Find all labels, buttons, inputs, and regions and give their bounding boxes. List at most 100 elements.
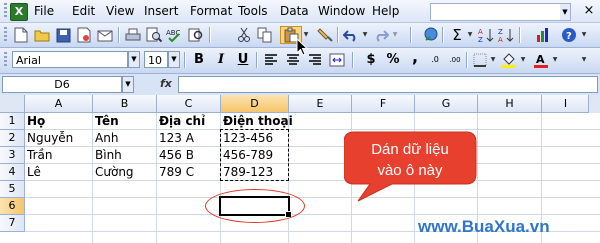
column-header-h[interactable]: H [478,95,542,113]
undo-icon[interactable] [342,26,360,44]
cell-b2[interactable]: Anh [93,130,157,147]
cut-icon[interactable] [235,26,253,44]
select-all-corner[interactable] [0,95,25,113]
cell-a4[interactable]: Lê [25,164,93,181]
save-icon[interactable] [54,26,72,44]
toolbar-options-dropdown[interactable]: ▼ [580,27,588,43]
column-header-b[interactable]: B [93,95,157,113]
row-header-2[interactable]: 2 [0,130,25,147]
excel-window: X File Edit View Insert Format Tools Dat… [0,0,600,243]
column-header-e[interactable]: E [289,95,352,113]
decrease-decimal-button[interactable]: .00 [446,51,464,69]
column-header-d[interactable]: D [221,95,289,113]
permission-icon[interactable] [75,26,93,44]
chart-wizard-icon[interactable] [534,26,552,44]
toolbar-options-dropdown[interactable]: ▼ [580,52,588,68]
borders-dropdown[interactable]: ▼ [489,52,497,68]
sort-descending-icon[interactable]: ZA [497,26,515,44]
undo-dropdown[interactable]: ▼ [361,27,369,43]
menu-grip[interactable] [4,3,7,19]
align-left-icon[interactable] [262,51,280,69]
cell-b1[interactable]: Tên [93,113,157,130]
row-header-7[interactable]: 7 [0,215,25,232]
close-window-icon[interactable]: × [582,4,596,18]
borders-icon[interactable] [471,51,489,69]
merge-center-icon[interactable] [328,51,346,69]
redo-dropdown[interactable]: ▼ [391,27,399,43]
toolbar-grip[interactable] [4,27,7,43]
column-header-i[interactable]: I [542,95,590,113]
copy-icon[interactable] [256,26,274,44]
fill-color-icon[interactable] [500,51,518,69]
row-header-1[interactable]: 1 [0,113,25,130]
align-right-icon[interactable] [306,51,324,69]
menu-bar: X File Edit View Insert Format Tools Dat… [0,0,600,23]
menu-edit[interactable]: Edit [72,4,95,18]
help-search-box[interactable] [430,3,562,21]
cell-c1[interactable]: Địa chỉ [157,113,221,130]
currency-button[interactable]: $ [362,51,380,69]
excel-app-icon[interactable]: X [10,3,28,21]
toolbar-grip[interactable] [4,52,7,68]
cell-b3[interactable]: Bình [93,147,157,164]
row-header-6[interactable]: 6 [0,198,25,215]
italic-button[interactable]: I [212,51,230,69]
menu-view[interactable]: View [106,4,134,18]
formula-input[interactable] [178,76,598,93]
row-header-4[interactable]: 4 [0,164,25,181]
help-icon[interactable]: ? [560,26,578,44]
autosum-dropdown[interactable]: ▼ [466,27,474,43]
row-header-5[interactable]: 5 [0,181,25,198]
cell-c3[interactable]: 456 B [157,147,221,164]
insert-function-icon[interactable]: fx [160,77,172,90]
sort-ascending-icon[interactable]: AZ [477,26,495,44]
underline-button[interactable]: U [234,51,252,69]
column-header-f[interactable]: F [352,95,415,113]
menu-format[interactable]: Format [190,4,232,18]
percent-button[interactable]: % [384,51,402,69]
help-search-dropdown[interactable]: ▼ [560,3,571,21]
new-icon[interactable] [12,26,30,44]
font-color-icon[interactable]: A [532,51,550,69]
menu-window[interactable]: Window [318,4,365,18]
font-size-box[interactable]: 10 [144,51,168,68]
fill-color-dropdown[interactable]: ▼ [519,52,527,68]
hyperlink-icon[interactable] [422,26,440,44]
cell-a2[interactable]: Nguyễn [25,130,93,147]
menu-file[interactable]: File [34,4,54,18]
comma-style-button[interactable]: , [406,49,424,69]
increase-decimal-button[interactable]: .0 [426,51,444,69]
menu-insert[interactable]: Insert [144,4,178,18]
svg-text:A: A [536,53,545,66]
column-header-a[interactable]: A [25,95,93,113]
bold-button[interactable]: B [190,51,208,69]
print-icon[interactable] [124,26,142,44]
open-icon[interactable] [33,26,51,44]
spelling-icon[interactable]: ABC [166,26,184,44]
menu-tools[interactable]: Tools [238,4,268,18]
menu-help[interactable]: Help [372,4,399,18]
cell-c4[interactable]: 789 C [157,164,221,181]
cell-d1[interactable]: Điện thoại [221,113,301,130]
font-name-box[interactable]: Arial [12,51,128,68]
name-box-dropdown[interactable]: ▼ [122,76,134,93]
email-icon[interactable] [96,26,114,44]
name-box[interactable]: D6 [2,76,122,93]
cell-a3[interactable]: Trần [25,147,93,164]
cell-b4[interactable]: Cường [93,164,157,181]
column-header-c[interactable]: C [157,95,221,113]
autosum-icon[interactable]: Σ [448,26,466,44]
font-color-dropdown[interactable]: ▼ [551,52,559,68]
column-header-g[interactable]: G [415,95,478,113]
cell-a1[interactable]: Họ [25,113,93,130]
research-icon[interactable] [187,26,205,44]
cell-c2[interactable]: 123 A [157,130,221,147]
print-preview-icon[interactable] [145,26,163,44]
row-header-3[interactable]: 3 [0,147,25,164]
redo-icon[interactable] [372,26,390,44]
menu-data[interactable]: Data [280,4,309,18]
format-painter-icon[interactable] [316,26,334,44]
font-name-dropdown[interactable]: ▼ [128,51,140,68]
vertical-scrollbar[interactable] [588,95,600,113]
font-size-dropdown[interactable]: ▼ [168,51,180,68]
